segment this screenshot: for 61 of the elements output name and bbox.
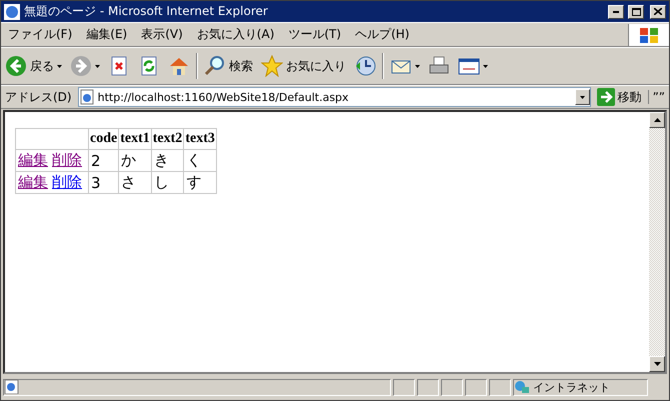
star-icon: [261, 55, 283, 77]
dropdown-button[interactable]: [574, 89, 590, 105]
status-pane: [417, 378, 439, 396]
minimize-button[interactable]: [608, 4, 624, 18]
back-button[interactable]: 戻る: [1, 52, 66, 80]
table-cell: 2: [88, 150, 119, 172]
table-cell: く: [184, 150, 216, 172]
menu-item[interactable]: ヘルプ(H): [348, 23, 416, 46]
maximize-icon: [632, 8, 640, 16]
go-arrow-icon: [596, 88, 615, 106]
row-link[interactable]: 削除: [52, 173, 82, 191]
search-button[interactable]: 検索: [200, 52, 257, 80]
table-cell: 3: [88, 172, 119, 194]
down-arrow-icon: [654, 362, 660, 366]
menu-item[interactable]: ファイル(F): [1, 23, 80, 46]
status-pane: [489, 378, 511, 396]
caret-icon: [580, 96, 585, 98]
history-clock-icon: [354, 55, 376, 77]
menu-item[interactable]: お気に入り(A): [190, 23, 282, 46]
status-pane: [393, 378, 415, 396]
row-link[interactable]: 削除: [52, 151, 82, 169]
caret-icon: [415, 64, 420, 68]
scroll-down-button[interactable]: [649, 356, 665, 372]
browser-icon: [4, 4, 20, 20]
network-icon: [514, 380, 530, 394]
links-label[interactable]: ””: [648, 90, 669, 104]
column-header: text1: [118, 128, 152, 150]
go-button[interactable]: 移動: [592, 88, 646, 106]
address-label: アドレス(D): [4, 88, 73, 106]
close-icon: [654, 8, 662, 15]
caret-icon: [483, 64, 488, 68]
row-link[interactable]: 編集: [18, 151, 48, 169]
search-icon: [204, 55, 226, 77]
page-icon: [78, 89, 95, 105]
status-pane: [441, 378, 463, 396]
window-title: 無題のページ - Microsoft Internet Explorer: [24, 3, 269, 20]
address-field[interactable]: http://localhost:1160/WebSite18/Default.aspx: [78, 87, 591, 107]
zone-status: イントラネット: [513, 378, 648, 396]
table-cell: き: [151, 150, 184, 172]
table-cell: か: [118, 150, 152, 172]
caret-icon: [95, 64, 100, 68]
scroll-up-button[interactable]: [649, 112, 665, 128]
menu-item[interactable]: ツール(T): [281, 23, 348, 46]
caret-icon: [57, 64, 62, 68]
status-pane: [465, 378, 487, 396]
scrollbar[interactable]: [649, 112, 665, 372]
house-icon: [168, 55, 190, 77]
column-header: text2: [151, 128, 184, 150]
menu-item[interactable]: 編集(E): [79, 23, 134, 46]
up-arrow-icon: [654, 118, 660, 122]
row-link[interactable]: 編集: [18, 173, 48, 191]
table-cell: さ: [118, 172, 152, 194]
column-header: code: [88, 128, 119, 150]
close-button[interactable]: [650, 4, 666, 18]
table-cell: し: [151, 172, 184, 194]
menu-item[interactable]: 表示(V): [134, 23, 190, 46]
favorites-button[interactable]: お気に入り: [257, 52, 350, 80]
table-cell: す: [184, 172, 216, 194]
column-header: text3: [184, 128, 216, 150]
minimize-icon: [613, 10, 619, 12]
maximize-button[interactable]: [628, 4, 644, 18]
